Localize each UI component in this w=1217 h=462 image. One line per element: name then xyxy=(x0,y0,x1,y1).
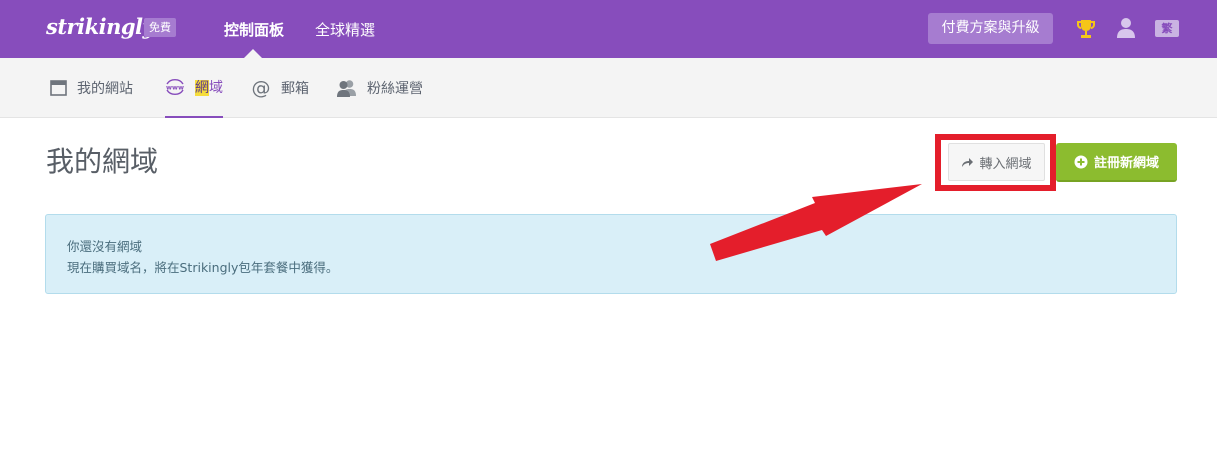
tab-mailbox[interactable]: @ 郵箱 xyxy=(251,58,310,118)
svg-text:www: www xyxy=(166,84,184,92)
info-line-1: 你還沒有網域 xyxy=(67,239,143,254)
plus-circle-icon xyxy=(1074,155,1088,168)
nav-global-showcase[interactable]: 全球精選 xyxy=(315,19,375,40)
tab-my-sites[interactable]: 我的網站 xyxy=(50,58,133,118)
upgrade-plan-button[interactable]: 付費方案與升級 xyxy=(928,13,1053,44)
trophy-icon[interactable] xyxy=(1076,18,1096,40)
user-account-icon[interactable] xyxy=(1116,17,1136,39)
browser-window-icon xyxy=(50,80,67,96)
no-domain-info-box: 你還沒有網域 現在購買域名，將在Strikingly包年套餐中獲得。 xyxy=(45,214,1177,294)
register-domain-button[interactable]: 註冊新網域 xyxy=(1056,143,1177,182)
page-title: 我的網域 xyxy=(46,145,159,178)
register-domain-label: 註冊新網域 xyxy=(1093,156,1159,171)
top-navigation-bar: strikingly 免費 控制面板 全球精選 付費方案與升級 繁 xyxy=(0,0,1217,58)
svg-text:@: @ xyxy=(252,78,271,98)
tab-domains-label-highlight: 網 xyxy=(195,80,209,96)
info-line-2: 現在購買域名，將在Strikingly包年套餐中獲得。 xyxy=(67,260,339,275)
section-tab-bar: 我的網站 www 網域 @ 郵箱 粉絲運營 xyxy=(0,58,1217,118)
annotation-highlight-box xyxy=(935,134,1056,191)
tab-domains-label: 網域 xyxy=(195,77,223,97)
tab-mailbox-label: 郵箱 xyxy=(281,81,309,97)
tab-domains-label-rest: 域 xyxy=(209,80,223,96)
language-switcher[interactable]: 繁 xyxy=(1155,20,1179,37)
plan-badge: 免費 xyxy=(144,18,176,37)
nav-dashboard[interactable]: 控制面板 xyxy=(224,19,284,40)
tab-fan-management[interactable]: 粉絲運營 xyxy=(336,58,423,118)
tab-my-sites-label: 我的網站 xyxy=(77,81,133,97)
tab-domains[interactable]: www 網域 xyxy=(165,58,223,118)
people-icon xyxy=(337,80,356,97)
active-nav-caret xyxy=(244,49,262,58)
tab-fan-management-label: 粉絲運營 xyxy=(367,81,423,97)
www-globe-icon: www xyxy=(166,78,184,96)
strikingly-logo[interactable]: strikingly xyxy=(46,14,155,39)
at-sign-icon: @ xyxy=(252,78,271,98)
